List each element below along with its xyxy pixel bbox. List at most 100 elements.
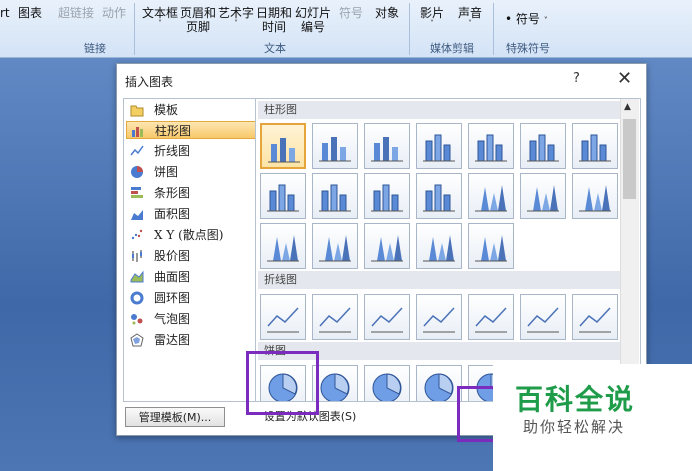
column-chart-option[interactable] bbox=[364, 123, 410, 169]
highlight-pie-selection bbox=[246, 351, 319, 415]
column-chart-option[interactable] bbox=[520, 123, 566, 169]
line-chart-option[interactable] bbox=[364, 294, 410, 340]
highlight-ok-button bbox=[457, 386, 497, 442]
category-area[interactable]: 面积图 bbox=[126, 205, 270, 223]
line-chart-option[interactable] bbox=[572, 294, 618, 340]
line-chart-option[interactable] bbox=[260, 294, 306, 340]
bar-chart-icon bbox=[131, 187, 143, 198]
column-chart-option[interactable] bbox=[520, 173, 566, 219]
watermark-subtitle: 助你轻松解决 bbox=[523, 418, 626, 436]
ribbon-hyperlink-button[interactable]: 超链接 bbox=[58, 6, 94, 20]
column-chart-option[interactable] bbox=[572, 173, 618, 219]
category-template[interactable]: 模板 bbox=[126, 101, 270, 119]
ribbon-header-footer-button[interactable]: 页眉和 页脚 bbox=[180, 6, 216, 34]
scrollbar-thumb[interactable] bbox=[623, 119, 636, 199]
section-header-line: 折线图 bbox=[258, 271, 620, 289]
line-chart-icon bbox=[130, 145, 144, 156]
dialog-title: 插入图表 bbox=[125, 75, 174, 89]
column-chart-option[interactable] bbox=[364, 173, 410, 219]
chart-preview-icon bbox=[371, 184, 403, 212]
chart-preview-icon bbox=[527, 185, 559, 212]
chart-preview-icon bbox=[579, 307, 611, 333]
column-chart-option[interactable] bbox=[312, 123, 358, 169]
column-chart-option[interactable] bbox=[416, 123, 462, 169]
column-chart-option[interactable] bbox=[312, 223, 358, 269]
chart-preview-icon bbox=[371, 307, 403, 333]
chart-preview-icon bbox=[527, 307, 559, 333]
ribbon-action-button[interactable]: 动作 bbox=[102, 6, 126, 20]
category-line[interactable]: 折线图 bbox=[126, 142, 270, 160]
chart-preview-icon bbox=[319, 307, 351, 333]
chart-preview-icon bbox=[319, 184, 351, 212]
ribbon-symbol-button[interactable]: 符号 bbox=[339, 6, 363, 20]
category-scatter[interactable]: X Y (散点图) bbox=[126, 226, 270, 244]
chart-preview-icon bbox=[319, 137, 351, 162]
scatter-chart-icon bbox=[131, 229, 143, 240]
category-radar[interactable]: 雷达图 bbox=[126, 331, 270, 349]
category-column[interactable]: 柱形图 bbox=[126, 121, 270, 139]
group-label-links: 链接 bbox=[84, 42, 106, 55]
column-chart-option[interactable] bbox=[416, 173, 462, 219]
pie-chart-option[interactable] bbox=[364, 365, 410, 401]
watermark: 百科全说 助你轻松解决 bbox=[493, 364, 692, 471]
ribbon-chart-partial[interactable]: rt bbox=[0, 6, 10, 20]
column-chart-option[interactable] bbox=[468, 173, 514, 219]
line-chart-option[interactable] bbox=[416, 294, 462, 340]
ribbon-sound-button[interactable]: 声音 ˅ bbox=[458, 6, 482, 28]
chart-preview-icon bbox=[475, 307, 507, 333]
column-chart-option[interactable] bbox=[416, 223, 462, 269]
manage-templates-button[interactable]: 管理模板(M)... bbox=[125, 407, 225, 427]
category-bar[interactable]: 条形图 bbox=[126, 184, 270, 202]
category-surface[interactable]: 曲面图 bbox=[126, 268, 270, 286]
chart-preview-icon bbox=[475, 134, 507, 162]
column-chart-icon bbox=[132, 127, 143, 137]
ribbon-slide-number-button[interactable]: 幻灯片 编号 bbox=[295, 6, 331, 34]
column-chart-option[interactable] bbox=[468, 223, 514, 269]
ribbon-datetime-button[interactable]: 日期和 时间 bbox=[256, 6, 292, 34]
category-stock[interactable]: 股价图 bbox=[126, 247, 270, 265]
ribbon-chart-button[interactable]: 图表 bbox=[18, 6, 42, 20]
chart-preview-icon bbox=[319, 235, 351, 262]
stock-chart-icon bbox=[132, 250, 142, 262]
ribbon-wordart-button[interactable]: 艺术字 ˅ bbox=[218, 6, 254, 28]
column-chart-option[interactable] bbox=[468, 123, 514, 169]
chart-preview-icon bbox=[320, 373, 350, 401]
category-pie[interactable]: 饼图 bbox=[126, 163, 270, 181]
surface-chart-icon bbox=[130, 270, 144, 283]
ribbon-special-symbol-button[interactable]: • 符号 ˅ bbox=[505, 12, 548, 28]
scroll-up-icon[interactable]: ▲ bbox=[624, 102, 631, 112]
category-doughnut[interactable]: 圆环图 bbox=[126, 289, 270, 307]
ribbon: rt 图表 超链接 动作 文本框 ˅ 页眉和 页脚 艺术字 ˅ 日期和 时间 幻灯片 编号… bbox=[0, 0, 692, 58]
chart-preview-icon bbox=[267, 184, 299, 212]
chart-preview-icon bbox=[423, 235, 455, 262]
chart-preview-icon bbox=[475, 235, 507, 262]
chart-preview-icon bbox=[267, 235, 299, 262]
line-chart-option[interactable] bbox=[520, 294, 566, 340]
doughnut-chart-icon bbox=[130, 291, 144, 305]
chart-preview-icon bbox=[267, 307, 299, 333]
chart-preview-icon bbox=[423, 307, 455, 333]
column-chart-option[interactable] bbox=[364, 223, 410, 269]
section-header-column: 柱形图 bbox=[258, 101, 620, 119]
group-label-special: 特殊符号 bbox=[506, 42, 550, 55]
line-chart-option[interactable] bbox=[468, 294, 514, 340]
chart-preview-icon bbox=[579, 134, 611, 162]
close-icon[interactable]: ✕ bbox=[617, 68, 632, 89]
ribbon-object-button[interactable]: 对象 bbox=[375, 6, 399, 20]
category-bubble[interactable]: 气泡图 bbox=[126, 310, 270, 328]
chart-preview-icon bbox=[371, 137, 403, 162]
column-chart-option[interactable] bbox=[572, 123, 618, 169]
column-chart-option[interactable] bbox=[260, 173, 306, 219]
column-chart-option[interactable] bbox=[312, 173, 358, 219]
pie-chart-option[interactable] bbox=[416, 365, 462, 401]
ribbon-movie-button[interactable]: 影片 ˅ bbox=[420, 6, 444, 28]
chart-preview-icon bbox=[371, 235, 403, 262]
line-chart-option[interactable] bbox=[312, 294, 358, 340]
area-chart-icon bbox=[131, 210, 143, 220]
gallery-scrollbar[interactable]: ▲ bbox=[620, 99, 639, 399]
column-chart-option[interactable] bbox=[260, 123, 306, 169]
help-button[interactable]: ? bbox=[573, 71, 580, 86]
column-chart-option[interactable] bbox=[260, 223, 306, 269]
ribbon-textbox-button[interactable]: 文本框 ˅ bbox=[142, 6, 178, 28]
chart-preview-icon bbox=[424, 373, 454, 401]
